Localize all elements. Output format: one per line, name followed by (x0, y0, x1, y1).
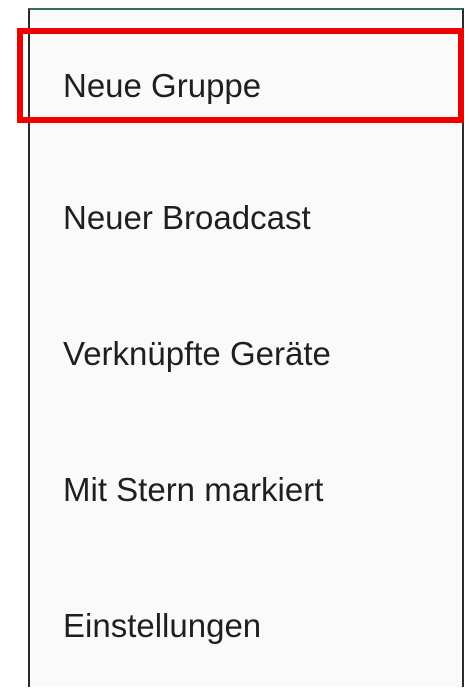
menu-item-new-group[interactable]: Neue Gruppe (30, 20, 462, 152)
menu-item-label: Mit Stern markiert (63, 471, 324, 508)
menu-item-linked-devices[interactable]: Verknüpfte Geräte (30, 288, 462, 420)
menu-item-label: Neuer Broadcast (63, 199, 311, 236)
menu-item-settings[interactable]: Einstellungen (30, 560, 462, 692)
overflow-menu: Neue Gruppe Neuer Broadcast Verknüpfte G… (28, 8, 464, 687)
menu-item-new-broadcast[interactable]: Neuer Broadcast (30, 152, 462, 284)
menu-item-label: Verknüpfte Geräte (63, 335, 331, 372)
menu-item-label: Neue Gruppe (63, 67, 262, 104)
menu-item-starred[interactable]: Mit Stern markiert (30, 424, 462, 556)
menu-item-label: Einstellungen (63, 607, 262, 644)
